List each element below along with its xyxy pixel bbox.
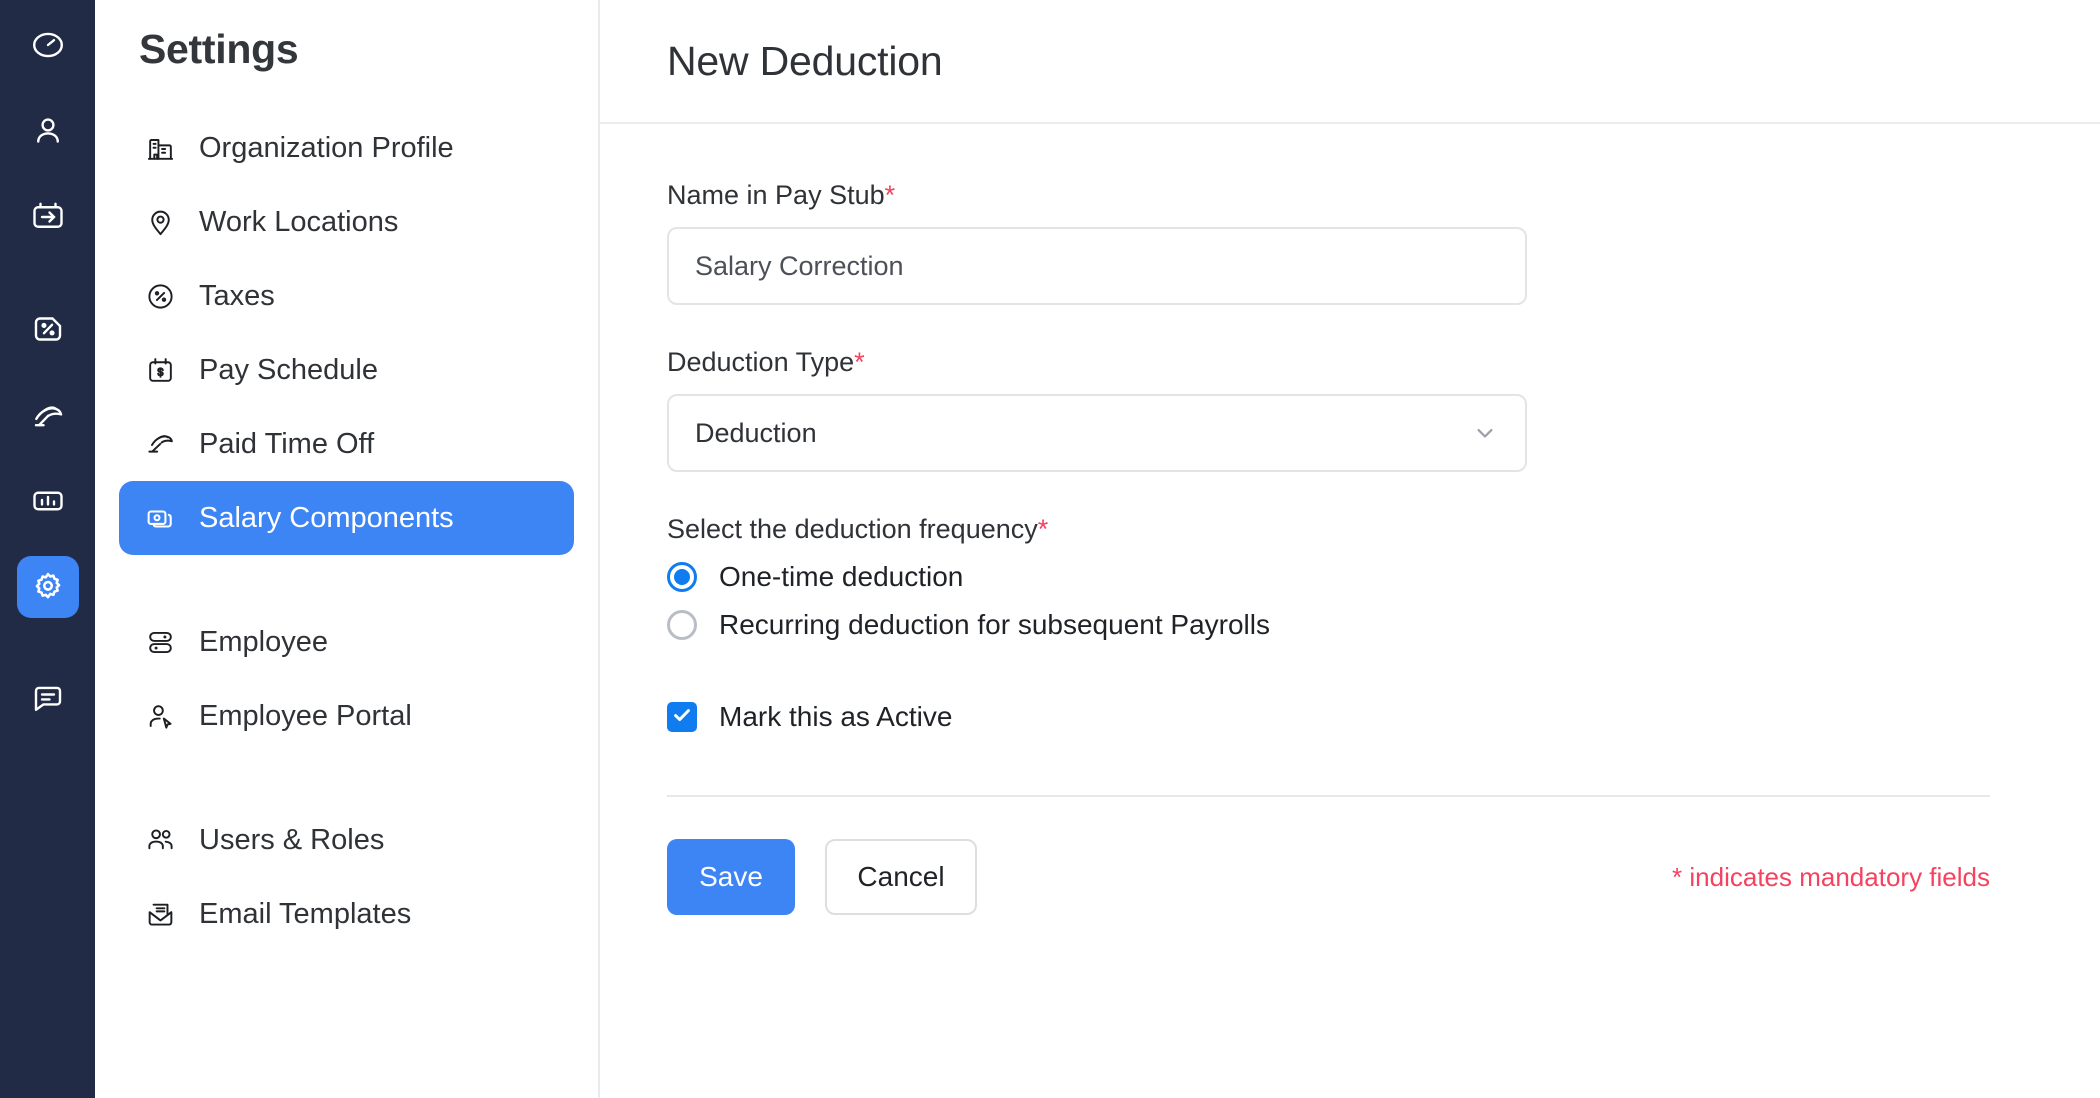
sidebar-item-salary-components[interactable]: Salary Components (119, 481, 574, 555)
radio-button[interactable] (667, 610, 697, 640)
name-field-label: Name in Pay Stub* (667, 180, 2100, 211)
mark-active-checkbox[interactable] (667, 702, 697, 732)
beach-umbrella-icon (143, 427, 177, 461)
sidebar-title: Settings (139, 26, 299, 72)
sidebar-item-label: Work Locations (199, 205, 399, 238)
toggle-sliders-icon (143, 625, 177, 659)
name-field-label-text: Name in Pay Stub (667, 180, 885, 210)
main-panel: New Deduction Name in Pay Stub* Salary C… (600, 0, 2100, 1098)
mark-active-row[interactable]: Mark this as Active (667, 701, 2100, 733)
user-icon (30, 113, 66, 149)
building-icon (143, 131, 177, 165)
sidebar-item-label: Employee Portal (199, 699, 412, 732)
sidebar-item-label: Salary Components (199, 501, 454, 534)
sidebar-item-email-templates[interactable]: Email Templates (119, 877, 574, 951)
gear-icon (30, 569, 66, 605)
radio-option-one-time[interactable]: One-time deduction (667, 561, 2100, 593)
umbrella-leave-icon (30, 397, 66, 433)
form-footer: Save Cancel * indicates mandatory fields (667, 839, 1990, 915)
frequency-block: Select the deduction frequency* One-time… (667, 514, 2100, 641)
rail-item-chat[interactable] (17, 668, 79, 730)
sidebar-item-users-roles[interactable]: Users & Roles (119, 803, 574, 877)
calendar-dollar-icon (143, 353, 177, 387)
radio-option-recurring[interactable]: Recurring deduction for subsequent Payro… (667, 609, 2100, 641)
user-cursor-icon (143, 699, 177, 733)
deduction-type-select[interactable]: Deduction (667, 394, 1527, 472)
settings-nav: Organization Profile Work Locations Taxe… (95, 111, 598, 951)
rail-item-employees[interactable] (17, 100, 79, 162)
mark-active-label: Mark this as Active (719, 701, 953, 732)
required-asterisk: * (884, 180, 896, 210)
frequency-label-text: Select the deduction frequency (667, 514, 1038, 544)
frequency-label: Select the deduction frequency* (667, 514, 2100, 545)
name-field-block: Name in Pay Stub* Salary Correction (667, 180, 2100, 305)
rail-item-settings[interactable] (16, 556, 79, 618)
sidebar-item-label: Pay Schedule (199, 353, 378, 386)
rail-item-taxes[interactable] (17, 298, 79, 360)
name-in-pay-stub-input[interactable]: Salary Correction (667, 227, 1527, 305)
envelope-icon (143, 897, 177, 931)
pay-run-arrow-icon (30, 199, 66, 235)
sidebar-item-label: Organization Profile (199, 131, 454, 164)
chevron-down-icon (1471, 419, 1499, 447)
deduction-type-label: Deduction Type* (667, 347, 2100, 378)
sidebar-item-organization-profile[interactable]: Organization Profile (119, 111, 574, 185)
deduction-type-label-text: Deduction Type (667, 347, 855, 377)
sidebar-item-paid-time-off[interactable]: Paid Time Off (119, 407, 574, 481)
sidebar-item-taxes[interactable]: Taxes (119, 259, 574, 333)
rail-item-time-off[interactable] (17, 384, 79, 446)
cancel-button[interactable]: Cancel (825, 839, 977, 915)
sidebar-item-label: Email Templates (199, 897, 412, 930)
sidebar-item-label: Users & Roles (199, 823, 385, 856)
sidebar-item-label: Taxes (199, 279, 275, 312)
sidebar-item-label: Paid Time Off (199, 427, 375, 460)
app-window: Settings Organization Profile Work Locat… (0, 0, 2100, 1098)
footer-divider (667, 795, 1990, 797)
checkmark-icon (671, 704, 693, 731)
required-asterisk: * (854, 347, 865, 377)
sidebar-item-employee[interactable]: Employee (119, 605, 574, 679)
radio-button[interactable] (667, 562, 697, 592)
primary-nav-rail (0, 0, 95, 1098)
sidebar-item-pay-schedule[interactable]: Pay Schedule (119, 333, 574, 407)
mandatory-fields-note: * indicates mandatory fields (1672, 861, 1990, 892)
reports-bar-chart-icon (30, 483, 66, 519)
chat-message-icon (30, 681, 66, 717)
name-input-value: Salary Correction (695, 250, 904, 281)
rail-item-pay-runs[interactable] (17, 186, 79, 248)
radio-label: Recurring deduction for subsequent Payro… (719, 609, 1270, 640)
rail-item-dashboard[interactable] (17, 14, 79, 76)
sidebar-item-work-locations[interactable]: Work Locations (119, 185, 574, 259)
percent-circle-icon (143, 279, 177, 313)
users-group-icon (143, 823, 177, 857)
radio-label: One-time deduction (719, 561, 964, 592)
required-asterisk: * (1037, 514, 1049, 544)
deduction-type-block: Deduction Type* Deduction (667, 347, 2100, 472)
cards-stack-icon (143, 501, 177, 535)
dashboard-gauge-icon (30, 27, 66, 63)
settings-sidebar: Settings Organization Profile Work Locat… (95, 0, 600, 1098)
map-pin-icon (143, 205, 177, 239)
save-button[interactable]: Save (667, 839, 795, 915)
deduction-type-value: Deduction (695, 417, 817, 448)
page-header: New Deduction (600, 0, 2100, 124)
sidebar-item-employee-portal[interactable]: Employee Portal (119, 679, 574, 753)
tax-percent-icon (30, 311, 66, 347)
sidebar-item-label: Employee (199, 625, 328, 658)
page-title: New Deduction (667, 37, 943, 84)
new-deduction-form: Name in Pay Stub* Salary Correction Dedu… (600, 124, 2100, 915)
frequency-radio-group: One-time deduction Recurring deduction f… (667, 561, 2100, 641)
rail-item-reports[interactable] (17, 470, 79, 532)
